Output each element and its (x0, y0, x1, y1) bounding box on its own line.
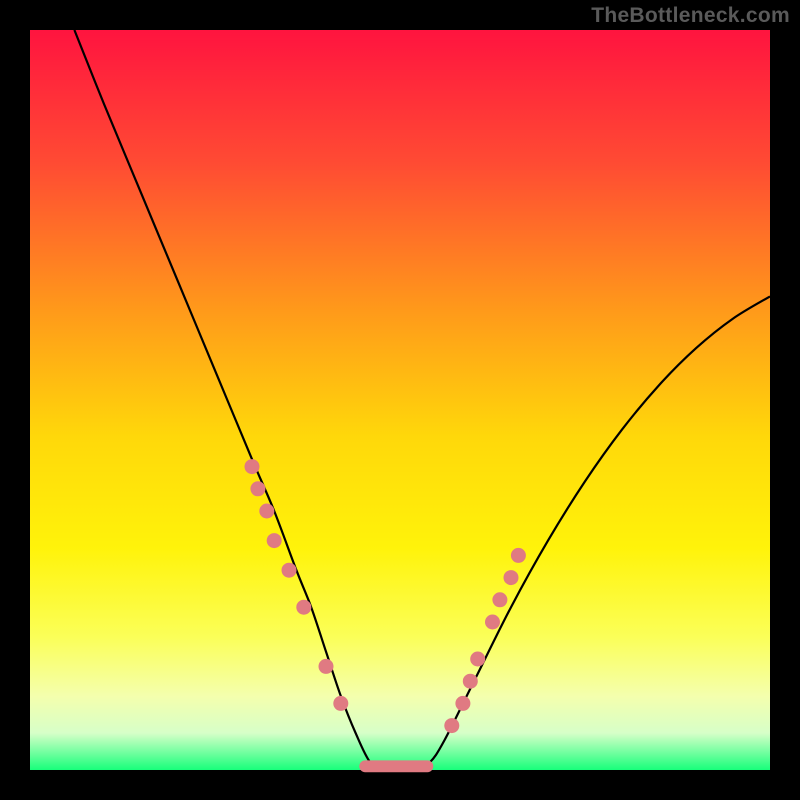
curve-marker (245, 459, 260, 474)
curve-marker (504, 570, 519, 585)
curve-marker (267, 533, 282, 548)
flat-minimum-bar (359, 760, 433, 772)
curve-marker (250, 481, 265, 496)
bottleneck-curve (74, 30, 770, 771)
curve-marker (319, 659, 334, 674)
curve-marker (492, 592, 507, 607)
curve-marker (282, 563, 297, 578)
watermark-text: TheBottleneck.com (591, 4, 790, 28)
curve-marker (296, 600, 311, 615)
curve-marker (444, 718, 459, 733)
bottleneck-curve-line (74, 30, 770, 771)
curve-marker (511, 548, 526, 563)
curve-markers (245, 459, 526, 733)
chart-curve-layer (30, 30, 770, 770)
curve-marker (333, 696, 348, 711)
curve-marker (470, 652, 485, 667)
curve-marker (485, 615, 500, 630)
curve-marker (455, 696, 470, 711)
curve-marker (259, 504, 274, 519)
flat-minimum-segment (359, 760, 433, 772)
curve-marker (463, 674, 478, 689)
